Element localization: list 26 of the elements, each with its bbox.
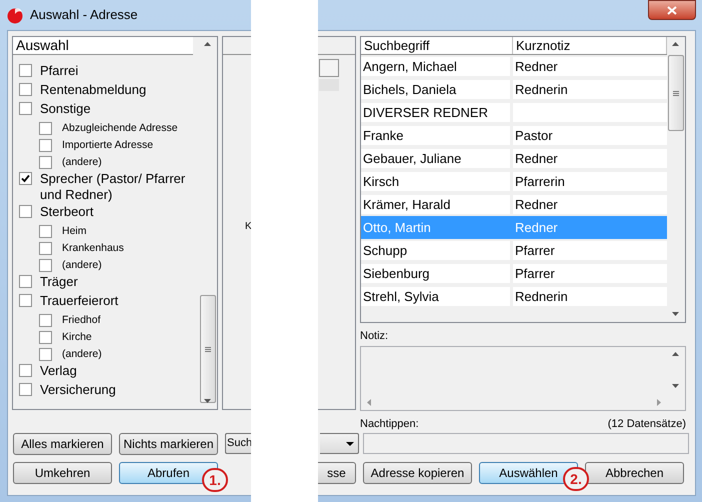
table-cell-text: Otto, Martin xyxy=(362,219,432,237)
table-cell: Gebauer, Juliane xyxy=(361,149,510,168)
table-cell: Angern, Michael xyxy=(361,57,510,76)
table-cell: Krämer, Harald xyxy=(361,195,510,214)
table-cell: Schupp xyxy=(361,241,510,260)
table-cell: Pfarrer xyxy=(513,241,667,260)
table-cell: Bichels, Daniela xyxy=(361,80,510,99)
table-cell: Redner xyxy=(513,149,667,168)
table-cell: Rednerin xyxy=(513,287,667,306)
table-cell: Redner xyxy=(513,57,667,76)
field-label: Notiz: xyxy=(360,329,390,342)
table-cell: DIVERSER REDNER xyxy=(361,103,510,122)
table-cell: Kirsch xyxy=(361,172,510,191)
table-cell: Siebenburg xyxy=(361,264,510,283)
table-cell: Rednerin xyxy=(513,80,667,99)
table-cell: Pfarrerin xyxy=(513,172,667,191)
field-label: K xyxy=(245,220,252,234)
table-cell: Strehl, Sylvia xyxy=(361,287,510,306)
table-cell: Pfarrer xyxy=(513,264,667,283)
record-count: (12 Datensätze) xyxy=(608,417,686,432)
table-cell: Pastor xyxy=(513,126,667,145)
table-cell-text: Redner xyxy=(514,219,559,237)
table-cell: Redner xyxy=(513,195,667,214)
field-label: Nachtippen: xyxy=(360,417,419,432)
table-cell: Franke xyxy=(361,126,510,145)
window-title: Auswahl - Adresse xyxy=(30,6,138,24)
